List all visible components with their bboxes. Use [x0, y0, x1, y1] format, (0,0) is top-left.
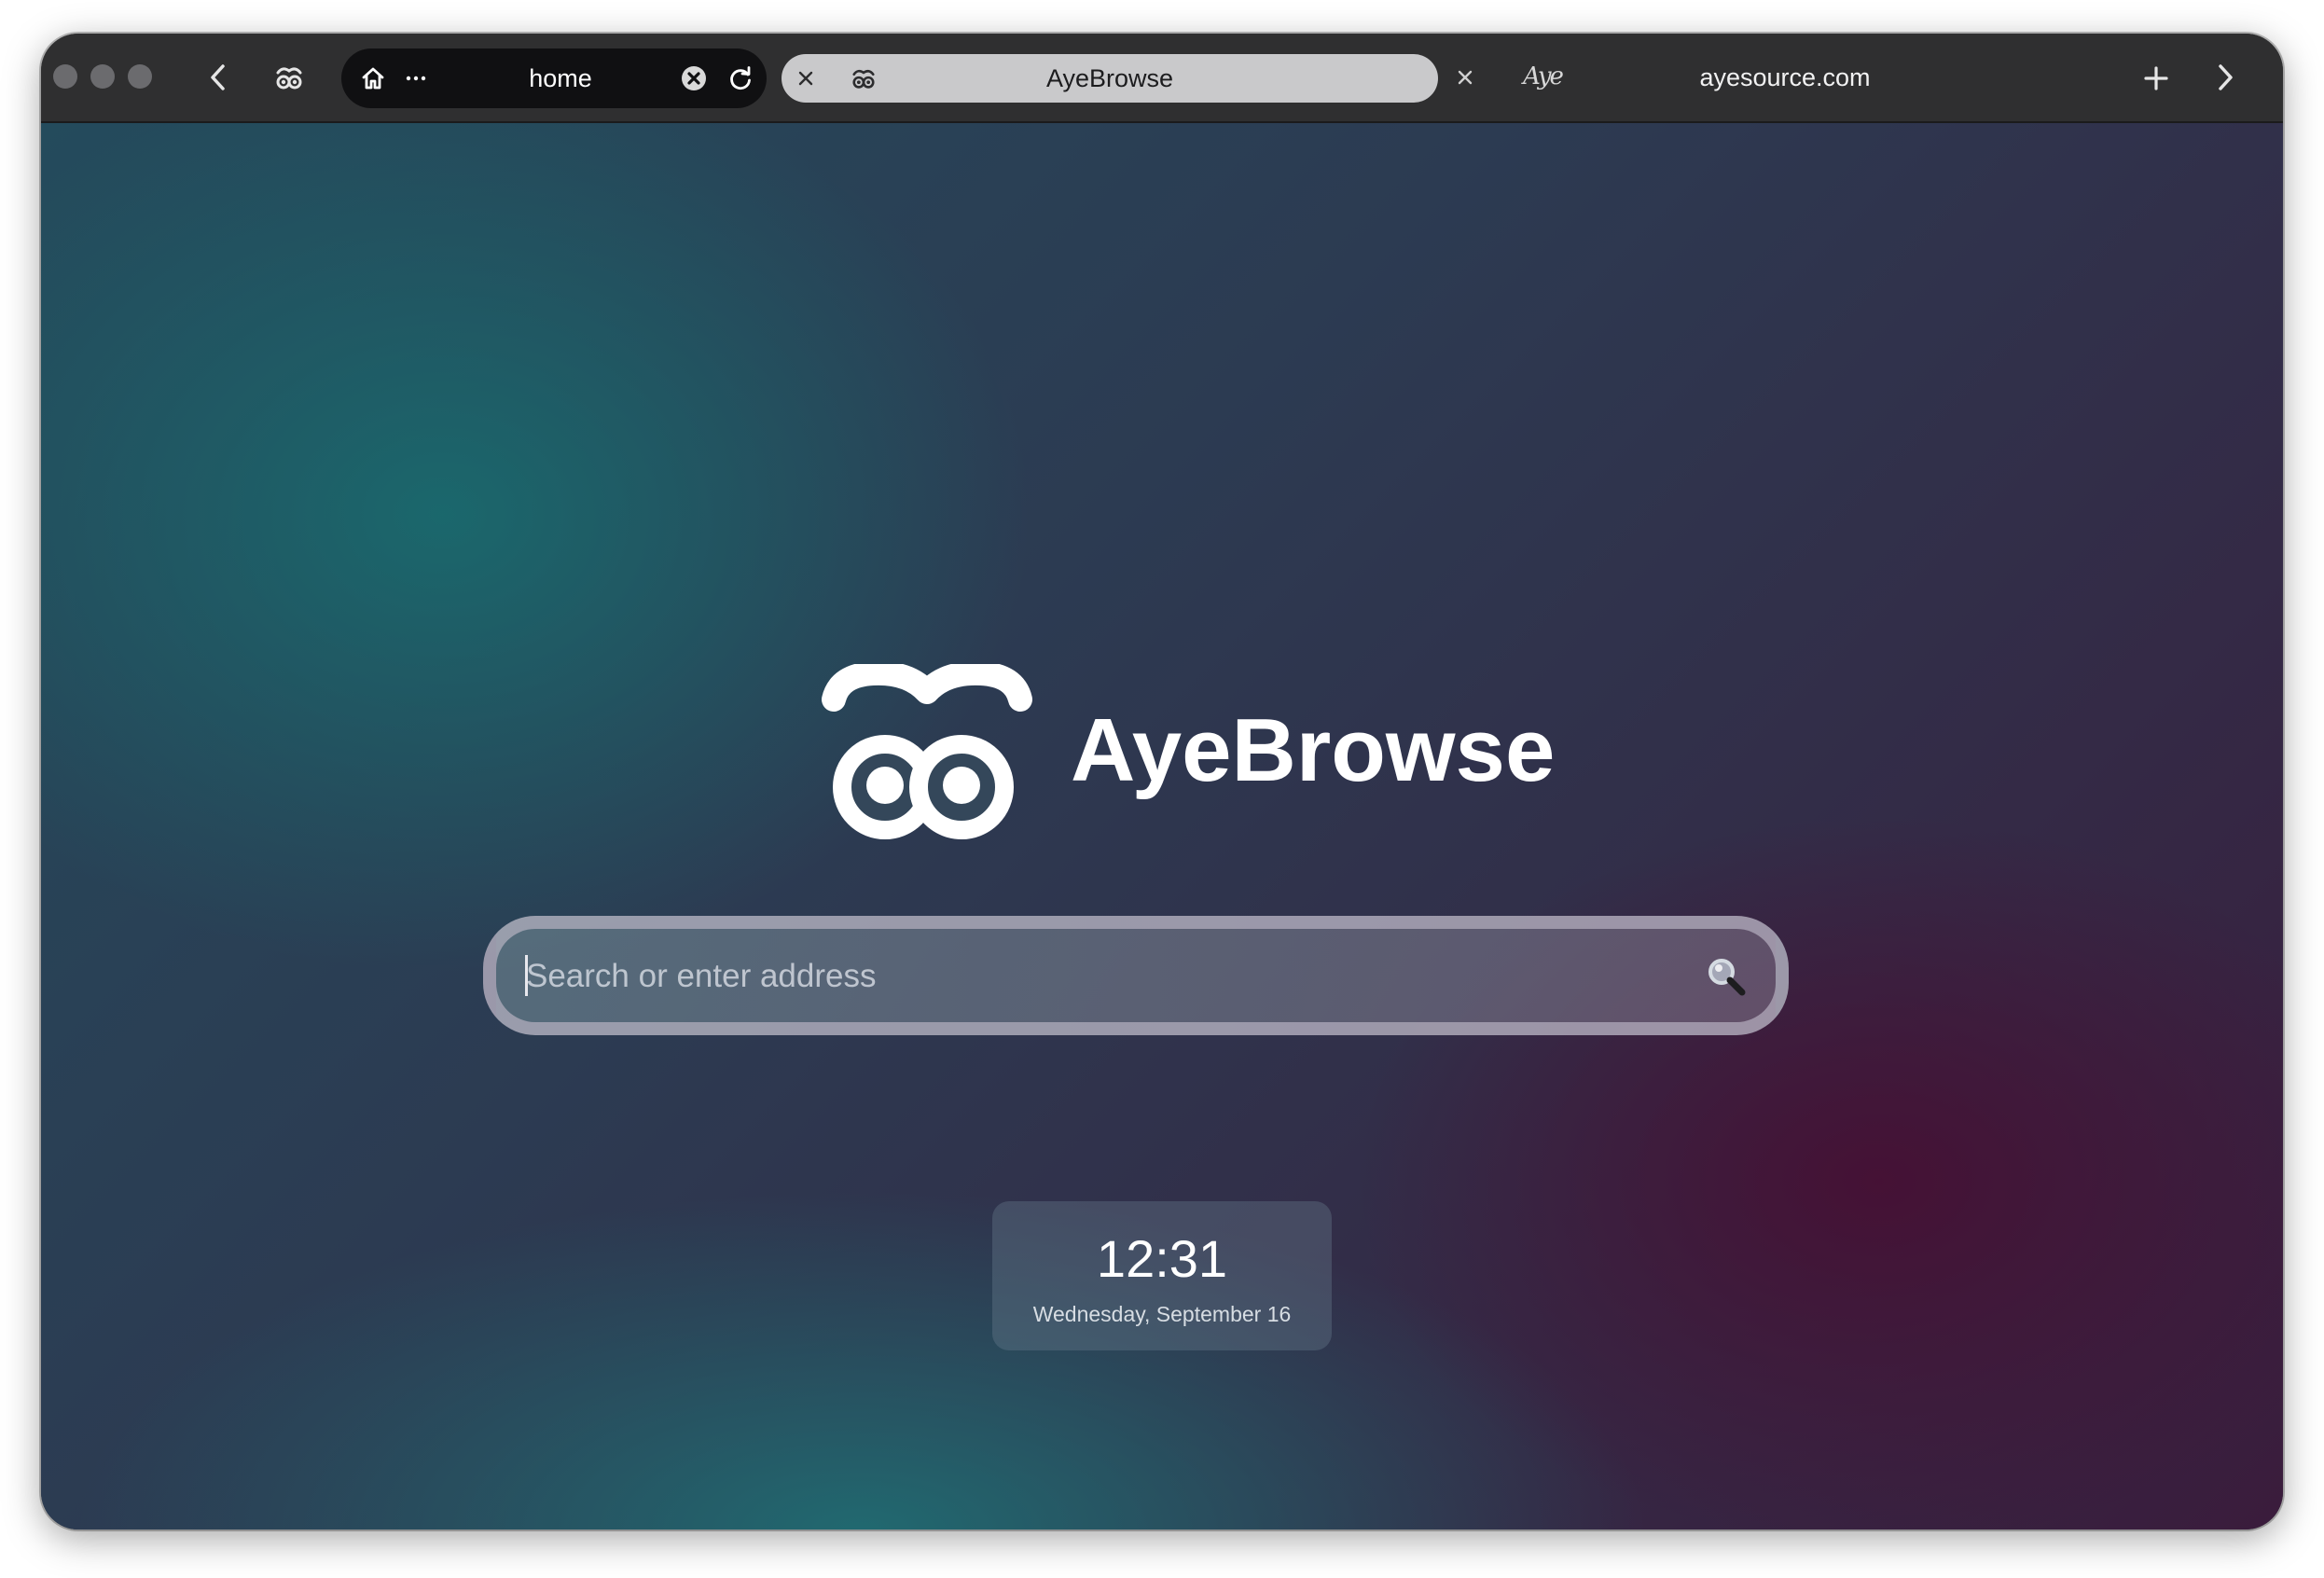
close-icon — [1458, 70, 1473, 85]
more-button[interactable] — [399, 60, 433, 97]
browser-window: home AyeBrowse Aye ayesource.com AyeBrow… — [41, 34, 2283, 1530]
clock-widget: 12:31 Wednesday, September 16 — [992, 1201, 1332, 1350]
close-tab-button[interactable] — [679, 63, 709, 93]
close-tab-button[interactable] — [1449, 62, 1481, 93]
home-page: AyeBrowse 12:31 Wednesday, September 16 — [41, 123, 2283, 1530]
sidebar-logo-button[interactable] — [270, 60, 309, 95]
close-icon — [682, 66, 706, 90]
ayebrowse-eyes-logo-icon — [822, 664, 1032, 839]
tab-favicon-aye[interactable]: Aye — [1515, 58, 1570, 95]
toolbar: home AyeBrowse Aye ayesource.com — [41, 34, 2283, 123]
close-window-button[interactable] — [53, 64, 77, 89]
search-input[interactable] — [524, 929, 1666, 1024]
address-bar-url[interactable]: ayesource.com — [1589, 34, 1981, 121]
tab-home[interactable]: home — [341, 48, 767, 108]
chevron-right-icon — [2219, 64, 2233, 90]
tab-ayebrowse[interactable]: AyeBrowse — [782, 54, 1438, 103]
brand-title: AyeBrowse — [1071, 700, 1556, 800]
forward-button[interactable] — [2206, 59, 2244, 96]
tab-title: home — [529, 64, 592, 92]
search-bar[interactable] — [483, 916, 1789, 1035]
search-icon[interactable] — [1703, 953, 1750, 1000]
new-tab-button[interactable] — [2137, 60, 2175, 97]
reload-button[interactable] — [724, 62, 757, 95]
minimize-window-button[interactable] — [90, 64, 115, 89]
clock-time: 12:31 — [1096, 1229, 1228, 1288]
zoom-window-button[interactable] — [128, 64, 152, 89]
tab-title: AyeBrowse — [1045, 64, 1174, 92]
text-caret — [525, 955, 528, 996]
chevron-left-icon — [211, 64, 225, 90]
clock-date: Wednesday, September 16 — [1032, 1302, 1292, 1326]
home-button[interactable] — [354, 60, 392, 97]
home-icon — [362, 67, 384, 90]
ellipsis-icon — [406, 76, 426, 81]
ayebrowse-logo-icon — [276, 67, 302, 90]
back-button[interactable] — [200, 59, 237, 96]
reload-icon — [730, 66, 751, 90]
plus-icon — [2144, 66, 2168, 90]
